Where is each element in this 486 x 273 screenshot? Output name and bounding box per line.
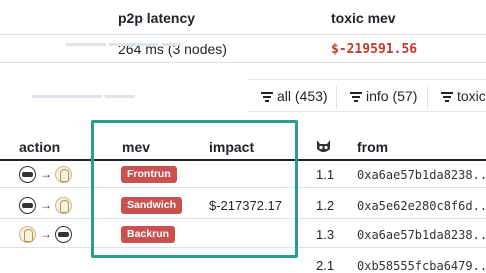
arrow-icon: → — [40, 227, 52, 241]
mev-badge: Frontrun — [121, 166, 177, 183]
tx-index: 1.2 — [316, 198, 335, 213]
arrow-icon: → — [40, 198, 52, 212]
filter-icon — [350, 92, 362, 102]
table-row[interactable]: 2.1 0xb58555fcba6479... — [0, 252, 486, 273]
filter-toxic-label: toxic — [457, 88, 486, 104]
tx-index: 1.1 — [316, 167, 335, 182]
table-row[interactable]: → Sandwich $-217372.17 1.2 0xa5e62e280c8… — [0, 192, 486, 219]
toxic-mev-value: $-219591.56 — [331, 42, 418, 57]
filter-icon — [261, 92, 273, 102]
column-mev: mev — [122, 139, 151, 155]
filter-bar: all (453) info (57) toxic — [249, 79, 486, 112]
column-from: from — [357, 139, 389, 155]
faint-ghost-text-2: ▬▬▬▬▬▬▬ ▬▬▬ — [32, 90, 135, 101]
action-cell: → — [19, 226, 79, 244]
faint-ghost-text: ▬▬▬▬ ▬▬▬▬▬ ▬▬ — [66, 38, 182, 49]
action-cell: → — [19, 166, 79, 184]
filter-icon — [441, 92, 453, 102]
impact-value: $-217372.17 — [209, 198, 283, 213]
uniswap-icon — [19, 226, 36, 243]
filter-info-label: info (57) — [366, 88, 418, 104]
filter-all-button[interactable]: all (453) — [261, 88, 328, 104]
filter-divider — [427, 86, 428, 108]
mev-bot-icon — [19, 166, 36, 183]
arrow-icon: → — [40, 167, 52, 181]
table-header: action mev impact from — [0, 133, 486, 161]
mev-badge: Sandwich — [121, 197, 183, 214]
from-address[interactable]: 0xb58555fcba6479... — [357, 259, 486, 273]
mev-badge: Backrun — [121, 226, 176, 243]
filter-toxic-button[interactable]: toxic — [441, 88, 486, 104]
from-address[interactable]: 0xa5e62e280c8f6d... — [357, 199, 486, 213]
action-cell: → — [19, 197, 79, 215]
filter-all-label: all (453) — [277, 88, 328, 104]
from-address[interactable]: 0xa6ae57b1da8238... — [357, 228, 486, 242]
uniswap-icon — [55, 197, 72, 214]
uniswap-icon — [55, 166, 72, 183]
filter-divider — [336, 86, 337, 108]
table-row[interactable]: → Frontrun 1.1 0xa6ae57b1da8238... — [0, 161, 486, 188]
column-impact: impact — [209, 139, 255, 155]
filter-info-button[interactable]: info (57) — [350, 88, 417, 104]
p2p-latency-label: p2p latency — [118, 10, 196, 26]
tx-index: 2.1 — [316, 258, 335, 273]
toxic-mev-label: toxic mev — [331, 10, 396, 26]
mev-bot-icon — [55, 226, 72, 243]
mev-bot-icon — [19, 197, 36, 214]
table-row[interactable]: → Backrun 1.3 0xa6ae57b1da8238... — [0, 221, 486, 248]
stats-header-row: p2p latency toxic mev — [0, 0, 486, 35]
tx-index: 1.3 — [316, 227, 335, 242]
column-action: action — [19, 139, 61, 155]
from-address[interactable]: 0xa6ae57b1da8238... — [357, 168, 486, 182]
kitty-icon — [317, 140, 330, 152]
